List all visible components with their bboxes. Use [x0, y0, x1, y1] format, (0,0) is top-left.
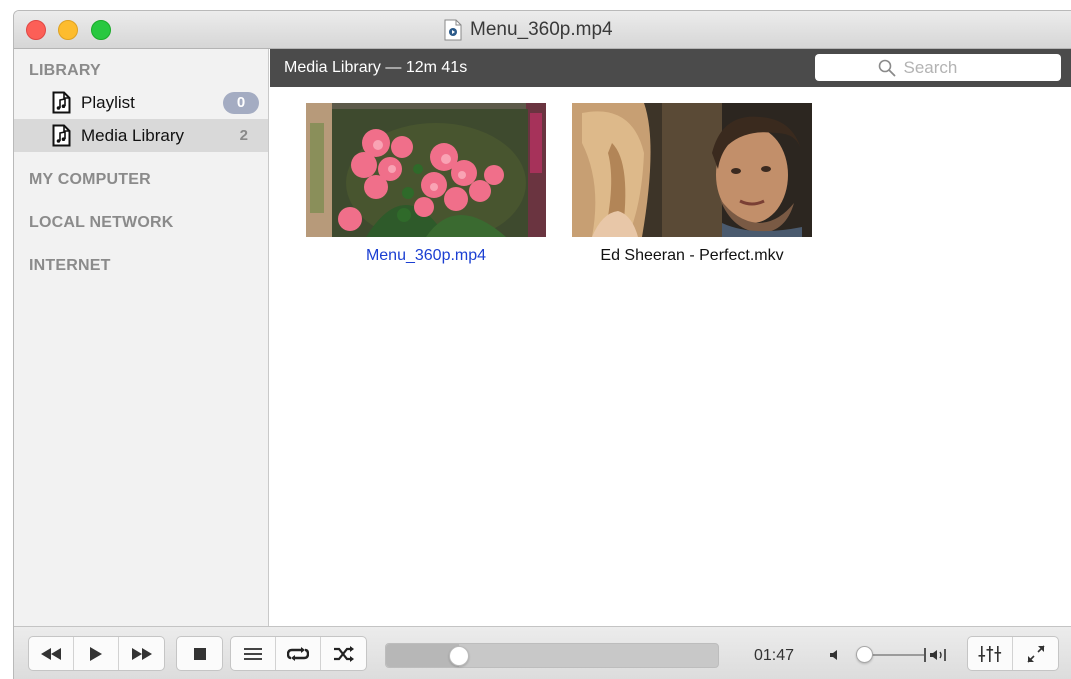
sidebar-item-media-library[interactable]: Media Library 2	[14, 119, 268, 152]
volume-high-icon[interactable]	[930, 649, 952, 661]
sidebar-section-internet[interactable]: INTERNET	[29, 257, 111, 275]
playlist-icon	[244, 647, 262, 660]
app-window: Menu_360p.mp4 LIBRARY Playlist 0 Media L…	[13, 10, 1071, 679]
play-button[interactable]	[74, 637, 119, 670]
equalizer-icon	[978, 645, 1002, 662]
window-controls-button-group	[967, 636, 1059, 671]
content-title: Media Library — 12m 41s	[284, 59, 468, 76]
transport-button-group	[28, 636, 165, 671]
title-bar[interactable]: Menu_360p.mp4	[14, 11, 1071, 49]
sidebar-item-label: Playlist	[81, 92, 135, 112]
shuffle-button[interactable]	[321, 637, 366, 670]
playlist-count-badge: 0	[223, 91, 259, 114]
volume-control[interactable]	[830, 644, 955, 666]
close-window-button[interactable]	[26, 20, 46, 40]
flowers-thumbnail-image	[306, 103, 546, 237]
progress-knob[interactable]	[449, 646, 469, 666]
volume-marker-icon	[924, 648, 926, 662]
zoom-window-button[interactable]	[91, 20, 111, 40]
stop-button[interactable]	[177, 637, 222, 670]
repeat-icon	[287, 646, 309, 661]
fast-forward-button[interactable]	[119, 637, 164, 670]
media-item-title[interactable]: Menu_360p.mp4	[294, 247, 558, 265]
playlist-button[interactable]	[231, 637, 276, 670]
window-title: Menu_360p.mp4	[470, 19, 613, 40]
fullscreen-button[interactable]	[1013, 637, 1058, 670]
equalizer-button[interactable]	[968, 637, 1013, 670]
media-grid: Menu_360p.mp4 Ed Sheeran - Perfect.mkv	[270, 87, 1071, 626]
rewind-button[interactable]	[29, 637, 74, 670]
sidebar: LIBRARY Playlist 0 Media Library 2 MY CO…	[14, 49, 269, 626]
stop-button-group	[176, 636, 223, 671]
shuffle-icon	[333, 645, 354, 662]
content-header-bar: Media Library — 12m 41s	[270, 49, 1071, 87]
volume-low-icon[interactable]	[830, 649, 842, 661]
sidebar-section-library: LIBRARY	[29, 62, 101, 79]
repeat-button[interactable]	[276, 637, 321, 670]
video-document-icon	[444, 19, 462, 41]
search-field[interactable]	[815, 54, 1061, 81]
fullscreen-icon	[1026, 644, 1045, 663]
minimize-window-button[interactable]	[58, 20, 78, 40]
people-thumbnail-image	[572, 103, 812, 237]
sidebar-section-my-computer[interactable]: MY COMPUTER	[29, 171, 151, 189]
stop-icon	[193, 647, 206, 660]
volume-knob[interactable]	[856, 646, 873, 663]
rewind-icon	[41, 647, 61, 660]
sidebar-item-label: Media Library	[81, 125, 184, 145]
music-document-icon	[52, 124, 71, 147]
media-library-count: 2	[239, 127, 248, 144]
media-item-title[interactable]: Ed Sheeran - Perfect.mkv	[560, 247, 824, 265]
music-document-icon	[52, 91, 71, 114]
fast-forward-icon	[131, 647, 152, 660]
playlist-mode-button-group	[230, 636, 367, 671]
media-thumbnail[interactable]	[572, 103, 812, 237]
playback-progress-slider[interactable]	[385, 643, 719, 668]
search-icon	[878, 59, 895, 76]
media-thumbnail[interactable]	[306, 103, 546, 237]
play-icon	[90, 646, 102, 661]
search-input[interactable]	[903, 57, 999, 78]
sidebar-section-local-network[interactable]: LOCAL NETWORK	[29, 214, 174, 232]
elapsed-time: 01:47	[754, 647, 795, 664]
sidebar-item-playlist[interactable]: Playlist 0	[14, 86, 268, 119]
playback-control-bar: 01:47	[14, 626, 1071, 679]
window-title-group: Menu_360p.mp4	[444, 11, 613, 49]
